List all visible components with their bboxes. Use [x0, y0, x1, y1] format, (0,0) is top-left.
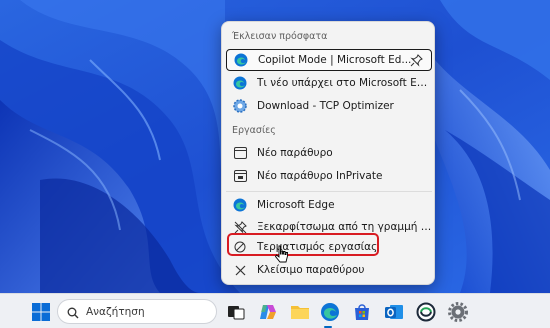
unpin-icon [233, 220, 247, 234]
highlight-annotation [227, 233, 379, 256]
recent-item-label: Τι νέο υπάρχει στο Microsoft Edge [257, 77, 432, 89]
app-item-label: Κλείσιμο παραθύρου [257, 264, 365, 276]
outlook-icon[interactable] [382, 300, 406, 324]
copilot-icon[interactable] [256, 300, 280, 324]
edge-icon [233, 76, 247, 90]
window-icon [233, 146, 247, 160]
recent-item-copilot-mode[interactable]: Copilot Mode | Microsoft Ed... [226, 49, 432, 71]
app-microsoft-edge[interactable]: Microsoft Edge [226, 194, 432, 216]
task-view-icon[interactable] [224, 300, 248, 324]
search-placeholder: Αναζήτηση [86, 305, 145, 318]
file-explorer-icon[interactable] [288, 300, 312, 324]
settings-gear-icon[interactable] [446, 300, 470, 324]
search-icon [67, 306, 79, 318]
recent-section-header: Έκλεισαν πρόσφατα [232, 31, 328, 42]
pin-icon[interactable] [410, 54, 423, 67]
app-icon[interactable] [414, 300, 438, 324]
taskbar-search-box[interactable]: Αναζήτηση [57, 299, 217, 324]
recent-item-tcp-optimizer[interactable]: Download - TCP Optimizer [226, 95, 432, 117]
windows-start-icon[interactable] [29, 300, 53, 324]
tasks-section-header: Εργασίες [232, 125, 276, 136]
task-new-inprivate-window[interactable]: Νέο παράθυρο InPrivate [226, 165, 432, 187]
mouse-cursor-icon [274, 245, 289, 270]
divider [226, 191, 432, 192]
task-label: Νέο παράθυρο InPrivate [257, 170, 383, 182]
recent-item-label: Copilot Mode | Microsoft Ed... [258, 54, 412, 66]
edge-icon [233, 198, 247, 212]
edge-icon[interactable] [318, 300, 342, 324]
inprivate-window-icon [233, 169, 247, 183]
gear-icon [233, 99, 247, 113]
taskbar: Αναζήτηση [0, 293, 550, 328]
task-label: Νέο παράθυρο [257, 147, 333, 159]
edge-icon [234, 53, 248, 67]
recent-item-label: Download - TCP Optimizer [257, 100, 394, 112]
app-item-label: Microsoft Edge [257, 199, 335, 211]
close-icon [233, 263, 247, 277]
recent-item-whats-new[interactable]: Τι νέο υπάρχει στο Microsoft Edge [226, 72, 432, 94]
microsoft-store-icon[interactable] [350, 300, 374, 324]
close-window[interactable]: Κλείσιμο παραθύρου [226, 259, 432, 281]
task-new-window[interactable]: Νέο παράθυρο [226, 142, 432, 164]
app-item-label: Ξεκαρφίτσωμα από τη γραμμή εργ... [257, 221, 432, 233]
